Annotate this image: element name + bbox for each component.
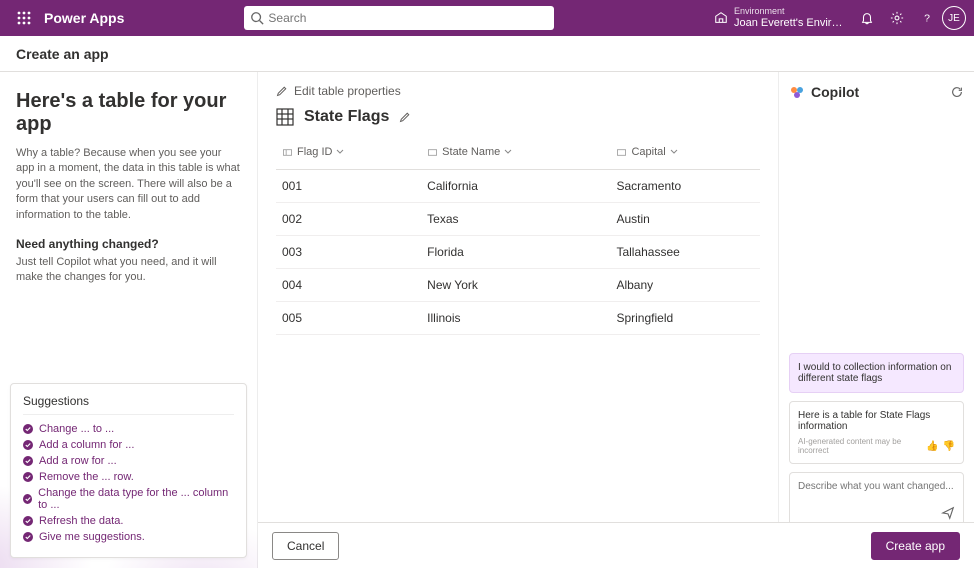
suggestion-item[interactable]: Change the data type for the ... column … [23,487,234,511]
column-header-capital[interactable]: Capital [616,146,677,158]
left-subdescription: Just tell Copilot what you need, and it … [16,255,241,286]
check-icon [23,456,33,466]
copilot-pane: Copilot I would to collection informatio… [778,72,974,568]
copilot-logo-icon [789,84,805,100]
copilot-user-message: I would to collection information on dif… [789,353,964,393]
table-name: State Flags [304,108,389,126]
page-title: Create an app [16,46,109,62]
check-icon [23,516,33,526]
thumbs-up-icon[interactable]: 👍 [926,441,938,452]
check-icon [23,494,32,504]
refresh-icon[interactable] [950,85,964,99]
table-row[interactable]: 003FloridaTallahassee [276,235,760,268]
send-icon[interactable] [941,506,955,520]
app-name: Power Apps [44,10,124,26]
environment-name: Joan Everett's Environm... [734,17,844,29]
data-table: Flag ID State Name Capital 001California… [276,138,760,335]
column-header-flag-id[interactable]: Flag ID [282,146,344,158]
create-app-button[interactable]: Create app [871,532,960,560]
check-icon [23,424,33,434]
left-subheading: Need anything changed? [16,237,241,251]
copilot-input[interactable] [798,481,955,492]
search-box[interactable] [244,6,554,30]
user-avatar[interactable]: JE [942,6,966,30]
copilot-input-box[interactable] [789,472,964,529]
table-row[interactable]: 001CaliforniaSacramento [276,169,760,202]
chevron-down-icon [336,148,344,156]
table-row[interactable]: 005IllinoisSpringfield [276,301,760,334]
suggestion-item[interactable]: Give me suggestions. [23,531,234,543]
settings-icon[interactable] [882,3,912,33]
thumbs-down-icon[interactable]: 👎 [943,441,955,452]
suggestion-item[interactable]: Add a column for ... [23,439,234,451]
suggestion-item[interactable]: Add a row for ... [23,455,234,467]
copilot-bot-message: Here is a table for State Flags informat… [789,401,964,464]
chevron-down-icon [504,148,512,156]
chevron-down-icon [670,148,678,156]
edit-table-name-icon[interactable] [399,111,411,123]
center-pane: Edit table properties State Flags Flag I… [258,72,778,568]
global-header: Power Apps Environment Joan Everett's En… [0,0,974,36]
text-icon [427,147,438,158]
suggestion-item[interactable]: Refresh the data. [23,515,234,527]
suggestions-title: Suggestions [23,394,234,415]
page-title-bar: Create an app [0,36,974,72]
notifications-icon[interactable] [852,3,882,33]
app-launcher-icon[interactable] [8,2,40,34]
left-pane: Here's a table for your app Why a table?… [0,72,258,568]
suggestion-item[interactable]: Remove the ... row. [23,471,234,483]
text-icon [616,147,627,158]
table-row[interactable]: 002TexasAustin [276,202,760,235]
key-icon [282,147,293,158]
environment-picker[interactable]: Environment Joan Everett's Environm... [714,7,844,29]
suggestion-item[interactable]: Change ... to ... [23,423,234,435]
copilot-title: Copilot [811,84,859,100]
check-icon [23,472,33,482]
check-icon [23,440,33,450]
cancel-button[interactable]: Cancel [272,532,339,560]
left-heading: Here's a table for your app [16,90,241,136]
environment-icon [714,11,728,25]
table-icon [276,108,294,126]
svg-text:?: ? [924,13,930,25]
check-icon [23,532,33,542]
search-icon [250,11,264,25]
footer-bar: Cancel Create app [258,522,974,568]
left-description: Why a table? Because when you see your a… [16,146,241,223]
search-input[interactable] [268,11,548,25]
suggestions-card: Suggestions Change ... to ... Add a colu… [10,383,247,558]
help-icon[interactable]: ? [912,3,942,33]
copilot-bot-caption: AI-generated content may be incorrect [798,437,926,455]
environment-label: Environment [734,7,844,17]
pencil-icon [276,85,288,97]
edit-table-properties-link[interactable]: Edit table properties [276,84,760,98]
column-header-state-name[interactable]: State Name [427,146,512,158]
table-row[interactable]: 004New YorkAlbany [276,268,760,301]
suggestions-list: Change ... to ... Add a column for ... A… [23,423,234,543]
